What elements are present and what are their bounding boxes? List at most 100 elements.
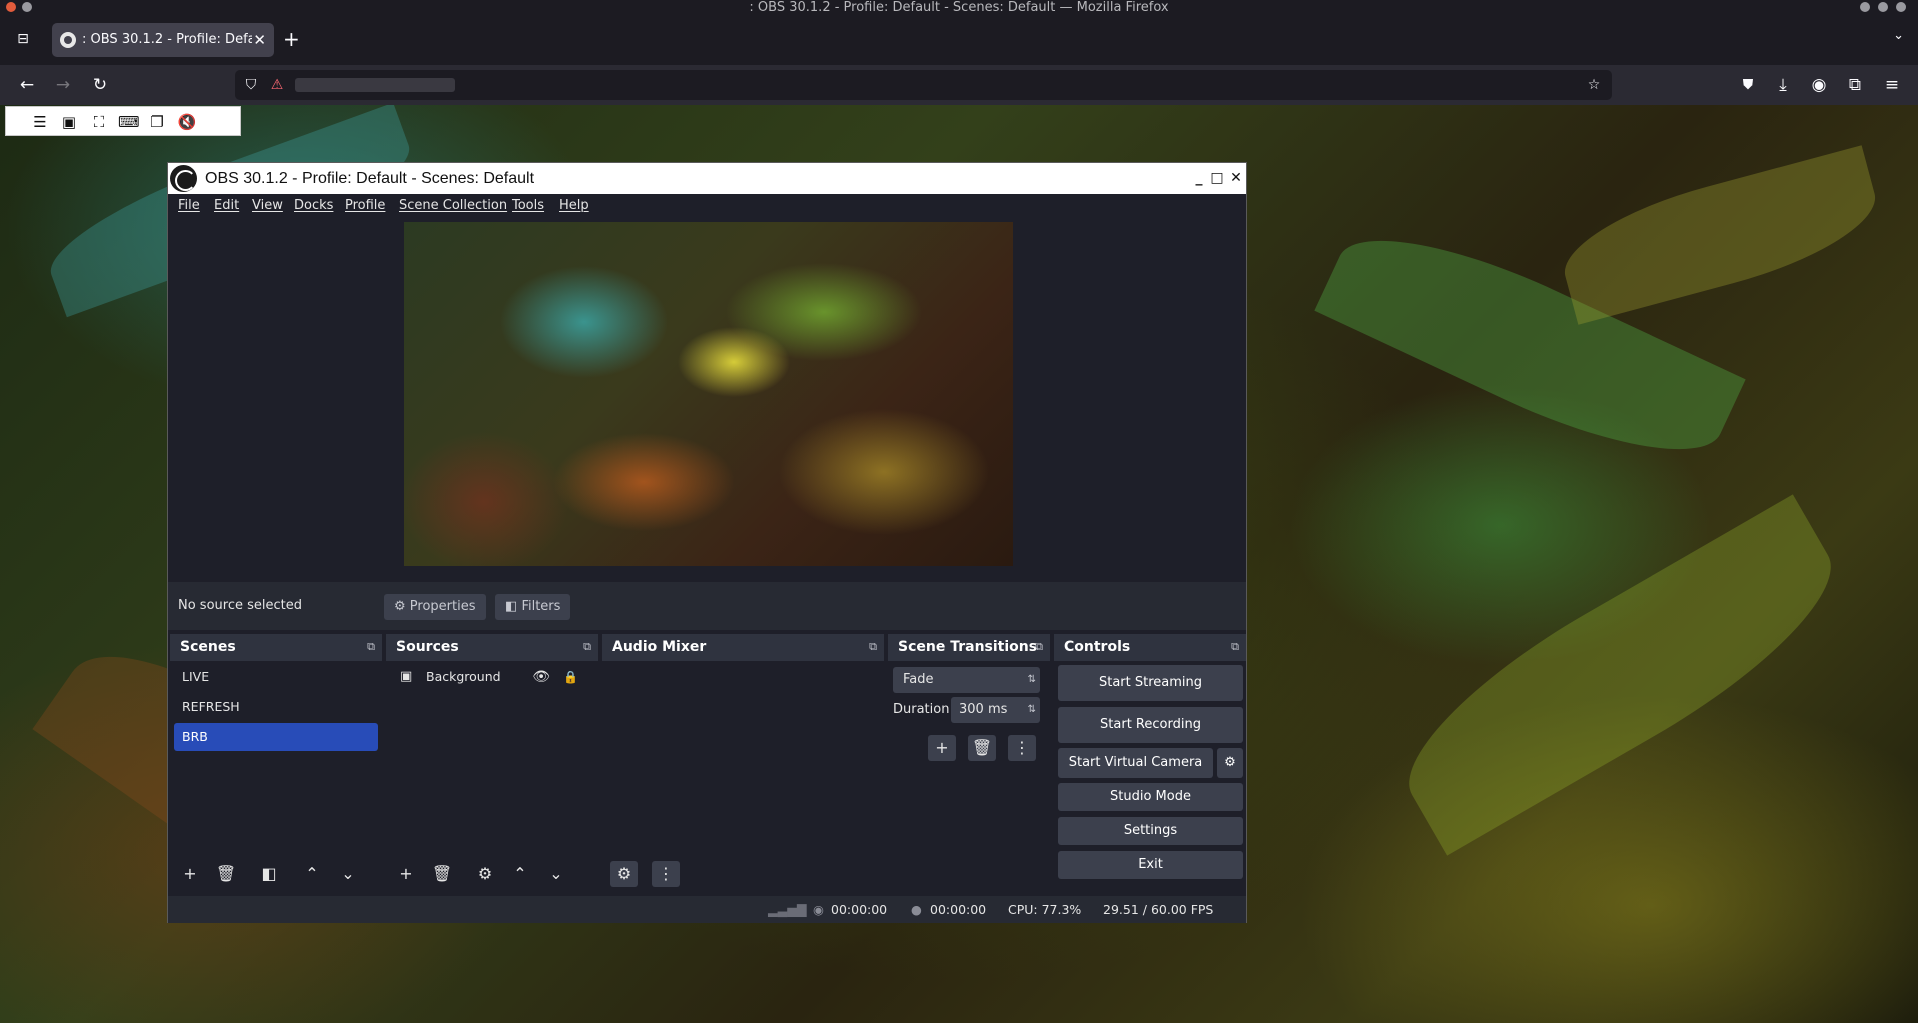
scene-item-live[interactable]: LIVE [174,663,378,691]
extensions-icon[interactable]: ⧉ [1844,74,1866,96]
downloads-icon[interactable]: ⤓ [1772,74,1794,96]
add-scene-icon[interactable]: + [176,861,204,887]
menu-scene-collection[interactable]: Scene Collection [399,194,507,218]
sources-title: Sources [396,639,459,655]
spin-arrows-icon[interactable]: ⇅ [1028,697,1036,723]
transition-value: Fade [903,672,934,687]
menu-profile[interactable]: Profile [345,194,385,218]
duration-value: 300 ms [959,702,1008,717]
controls-dock: Controls ⧉ Start Streaming Start Recordi… [1054,634,1246,895]
tab-close-icon[interactable]: ✕ [253,23,266,57]
move-source-down-icon[interactable]: ⌄ [542,861,570,887]
start-streaming-button[interactable]: Start Streaming [1058,665,1243,701]
obs-menubar: File Edit View Docks Profile Scene Colle… [168,194,1246,218]
url-bar[interactable]: ⛉ ⚠ ☆ [235,70,1612,100]
back-icon[interactable]: ← [16,74,38,96]
duration-label: Duration [893,702,950,717]
visibility-eye-icon[interactable]: 👁 [532,663,550,691]
add-source-icon[interactable]: + [392,861,420,887]
wallpaper-leaf [1377,494,1863,856]
hamburger-icon[interactable]: ☰ [30,112,50,132]
move-scene-up-icon[interactable]: ⌃ [298,861,326,887]
mixer-menu-icon[interactable]: ⋮ [652,861,680,887]
menu-file[interactable]: File [178,194,200,218]
forward-icon[interactable]: → [52,74,74,96]
move-source-up-icon[interactable]: ⌃ [506,861,534,887]
bookmark-star-icon[interactable]: ☆ [1584,75,1604,95]
move-scene-down-icon[interactable]: ⌄ [334,861,362,887]
remote-toolbar: ☰ ▣ ⛶ ⌨ ❐ 🔇 [5,106,241,136]
reload-icon[interactable]: ↻ [89,74,111,96]
wallpaper-leaf [1552,145,1888,325]
transition-menu-icon[interactable]: ⋮ [1008,735,1036,761]
lock-icon[interactable]: 🔒 [563,663,578,691]
remove-scene-icon[interactable]: 🗑 [212,861,240,887]
fps-readout: 29.51 / 60.00 FPS [1103,902,1214,917]
obs-minimize-icon[interactable]: _ [1191,168,1207,188]
mute-icon[interactable]: 🔇 [177,112,197,132]
duration-spinbox[interactable]: 300 ms ⇅ [951,697,1040,723]
undock-icon[interactable]: ⧉ [1228,640,1242,654]
advanced-audio-settings-icon[interactable]: ⚙ [610,861,638,887]
audio-mixer-header: Audio Mixer ⧉ [602,634,884,661]
transition-select[interactable]: Fade ⇅ [893,667,1040,693]
scene-item-brb[interactable]: BRB [174,723,378,751]
scenes-list: LIVE REFRESH BRB + 🗑 ◧ ⌃ ⌄ [170,661,382,895]
no-source-label: No source selected [178,598,302,613]
remove-transition-icon[interactable]: 🗑 [968,735,996,761]
add-transition-icon[interactable]: + [928,735,956,761]
menu-help[interactable]: Help [559,194,589,218]
sources-dock: Sources ⧉ ▣ Background 👁 🔒 + 🗑 ⚙ ⌃ ⌄ [386,634,598,895]
properties-button[interactable]: ⚙ Properties [384,594,486,620]
undock-icon[interactable]: ⧉ [580,640,594,654]
minimize-window-button[interactable] [1860,2,1870,12]
obs-titlebar: OBS 30.1.2 - Profile: Default - Scenes: … [168,163,1246,194]
exit-button[interactable]: Exit [1058,851,1243,879]
pocket-icon[interactable]: ⛊ [1737,74,1759,96]
start-virtual-camera-button[interactable]: Start Virtual Camera [1058,748,1213,778]
obs-maximize-icon[interactable]: □ [1209,168,1225,188]
undock-icon[interactable]: ⧉ [866,640,880,654]
menu-tools[interactable]: Tools [512,194,544,218]
fullscreen-icon[interactable]: ⛶ [89,112,109,132]
cpu-usage: CPU: 77.3% [1008,902,1082,917]
menu-view[interactable]: View [252,194,283,218]
keyboard-icon[interactable]: ⌨ [118,112,140,132]
remove-source-icon[interactable]: 🗑 [428,861,456,887]
select-arrows-icon: ⇅ [1027,674,1036,685]
maximize-window-button[interactable] [1878,2,1888,12]
shield-icon[interactable]: ⛉ [241,75,261,95]
obs-close-icon[interactable]: ✕ [1228,168,1244,188]
scene-item-refresh[interactable]: REFRESH [174,693,378,721]
scene-filters-icon[interactable]: ◧ [255,861,283,887]
transitions-header: Scene Transitions ⧉ [888,634,1050,661]
filters-button[interactable]: ◧ Filters [495,594,571,620]
image-icon[interactable]: ▣ [59,112,79,132]
lock-warning-icon[interactable]: ⚠ [267,75,287,95]
stream-time: 00:00:00 [831,902,888,917]
studio-mode-button[interactable]: Studio Mode [1058,783,1243,811]
sources-dock-header: Sources ⧉ [386,634,598,661]
new-tab-button[interactable]: + [283,26,300,52]
settings-button[interactable]: Settings [1058,817,1243,845]
virtual-camera-settings-icon[interactable]: ⚙ [1217,748,1243,778]
undock-icon[interactable]: ⧉ [364,640,378,654]
list-all-tabs-icon[interactable]: ⌄ [1893,28,1904,43]
undock-icon[interactable]: ⧉ [1032,640,1046,654]
scene-preview[interactable] [404,222,1013,566]
streaming-status-icon: ◉ [813,902,824,917]
image-source-icon: ▣ [400,669,413,684]
browser-tabbar: ⊟ : OBS 30.1.2 - Profile: Default ✕ + ⌄ [0,15,1918,65]
account-icon[interactable]: ◉ [1808,74,1830,96]
close-window-button[interactable] [1896,2,1906,12]
browser-tab[interactable]: : OBS 30.1.2 - Profile: Default ✕ [52,23,274,57]
tab-title: : OBS 30.1.2 - Profile: Default [82,32,252,47]
firefox-view-icon[interactable]: ⊟ [12,28,34,50]
source-properties-icon[interactable]: ⚙ [471,861,499,887]
start-recording-button[interactable]: Start Recording [1058,707,1243,743]
clipboard-icon[interactable]: ❐ [147,112,167,132]
menu-icon[interactable]: ≡ [1881,74,1903,96]
source-item-background[interactable]: ▣ Background 👁 🔒 [390,663,594,691]
menu-edit[interactable]: Edit [214,194,239,218]
menu-docks[interactable]: Docks [294,194,333,218]
